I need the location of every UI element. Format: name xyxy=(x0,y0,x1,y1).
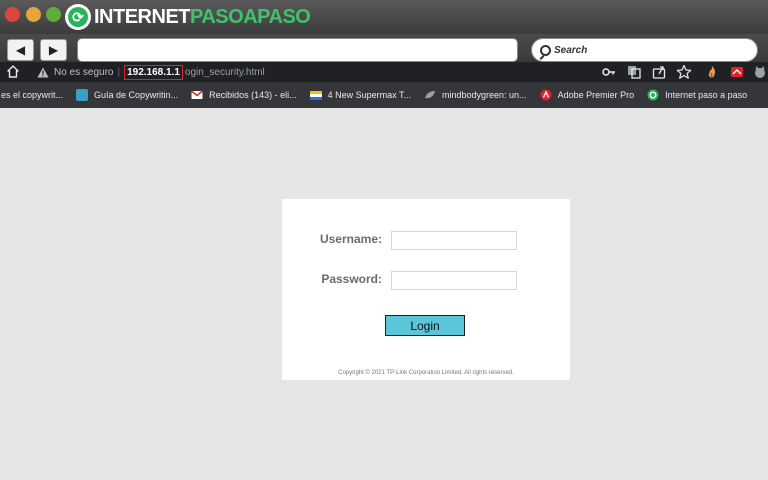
bookmark-item[interactable]: Recibidos (143) - eli... xyxy=(191,89,297,101)
bookmark-label: Recibidos (143) - eli... xyxy=(209,90,297,100)
security-status-text[interactable]: No es seguro xyxy=(54,67,113,78)
login-button[interactable]: Login xyxy=(385,315,465,336)
url-path[interactable]: ogin_security.html xyxy=(185,67,265,78)
bookmark-item[interactable]: Guía de Copywritin... xyxy=(76,89,178,101)
copyright-text: Copyright © 2021 TP-Link Corporation Lim… xyxy=(338,370,514,376)
username-input[interactable] xyxy=(391,231,517,250)
extension-cat-icon[interactable] xyxy=(752,64,768,80)
bookmark-item[interactable]: Adobe Premier Pro xyxy=(540,89,635,101)
translate-icon[interactable] xyxy=(626,64,642,80)
search-icon xyxy=(540,44,551,56)
url-host[interactable]: 192.168.1.1 xyxy=(124,64,183,80)
brand-logo: ⟳ INTERNETPASOAPASO xyxy=(65,3,311,31)
share-icon[interactable] xyxy=(651,64,667,80)
warning-icon[interactable] xyxy=(37,67,49,78)
back-button[interactable]: ◀ xyxy=(7,39,34,61)
globe-icon xyxy=(76,89,89,101)
browser-address-bar: No es seguro | 192.168.1.1 ogin_security… xyxy=(0,62,768,82)
flag-icon xyxy=(309,91,322,100)
window-title-bar: ⟳ INTERNETPASOAPASO xyxy=(0,0,768,34)
brand-logo-icon: ⟳ xyxy=(65,4,91,30)
minimize-window-button[interactable] xyxy=(26,7,41,22)
bookmark-item[interactable]: Internet paso a paso xyxy=(647,89,747,101)
login-panel: Username: Password: Login Copyright © 20… xyxy=(282,199,570,380)
brand-wordmark-prefix: INTERNET xyxy=(94,5,191,28)
password-input[interactable] xyxy=(391,271,517,290)
triangle-right-icon: ▶ xyxy=(48,43,59,57)
home-icon[interactable] xyxy=(7,65,19,78)
gmail-icon xyxy=(191,90,204,99)
brand-wordmark: INTERNETPASOAPASO xyxy=(94,5,311,29)
bookmark-label: Internet paso a paso xyxy=(665,90,748,100)
triangle-left-icon: ◀ xyxy=(15,43,26,57)
maximize-window-button[interactable] xyxy=(46,7,61,22)
brand-wordmark-accent: PASOAPASO xyxy=(190,5,311,28)
extension-red-icon[interactable] xyxy=(729,64,745,80)
bookmark-item[interactable]: es el copywrit... xyxy=(1,90,63,100)
frame-url-field[interactable] xyxy=(77,38,518,62)
username-label: Username: xyxy=(319,232,382,246)
bookmark-item[interactable]: 4 New Supermax T... xyxy=(309,89,411,101)
address-separator: | xyxy=(117,66,121,78)
address-bar-actions xyxy=(592,64,768,80)
search-placeholder: Search xyxy=(554,44,588,56)
url-field[interactable]: No es seguro | 192.168.1.1 ogin_security… xyxy=(29,63,619,81)
bookmark-label: 4 New Supermax T... xyxy=(327,90,411,100)
key-icon[interactable] xyxy=(601,64,617,80)
leaf-icon xyxy=(425,91,435,99)
bookmarks-bar: es el copywrit... Guía de Copywritin... … xyxy=(0,82,768,108)
bookmark-label: Adobe Premier Pro xyxy=(557,90,635,100)
bookmark-label: es el copywrit... xyxy=(1,90,64,100)
close-window-button[interactable] xyxy=(5,7,20,22)
bookmark-label: mindbodygreen: un... xyxy=(442,90,527,100)
adobe-icon xyxy=(540,89,552,101)
ipap-icon xyxy=(647,89,659,101)
bookmark-item[interactable]: mindbodygreen: un... xyxy=(424,89,527,101)
bookmark-label: Guía de Copywritin... xyxy=(94,90,179,100)
frame-search-field[interactable]: Search xyxy=(531,38,758,62)
forward-button[interactable]: ▶ xyxy=(40,39,67,61)
star-icon[interactable] xyxy=(676,64,692,80)
extension-flame-icon[interactable] xyxy=(704,64,720,80)
password-label: Password: xyxy=(321,272,382,286)
